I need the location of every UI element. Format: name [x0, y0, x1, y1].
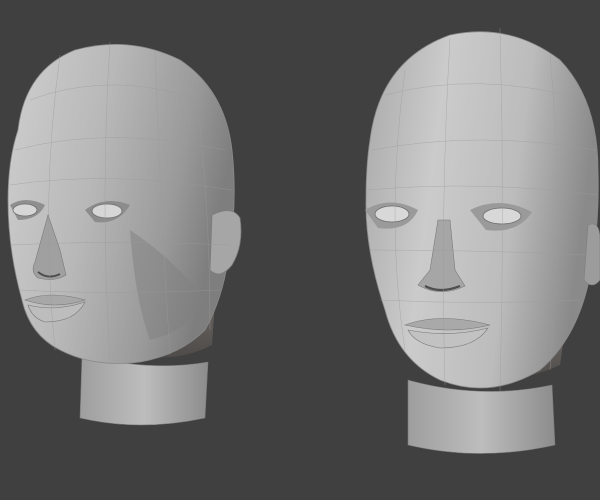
ear-left	[209, 210, 242, 275]
neck-right	[407, 379, 556, 454]
3d-viewport[interactable]	[0, 0, 600, 500]
eye-right-2	[482, 207, 522, 225]
eye-left-2	[91, 203, 123, 219]
head-mesh-right[interactable]	[365, 27, 600, 454]
neck-left	[79, 354, 209, 426]
viewport-canvas	[7, 27, 600, 454]
head-mesh-left[interactable]	[7, 41, 242, 426]
eye-left-1	[12, 203, 38, 217]
eye-right-1	[374, 205, 410, 223]
